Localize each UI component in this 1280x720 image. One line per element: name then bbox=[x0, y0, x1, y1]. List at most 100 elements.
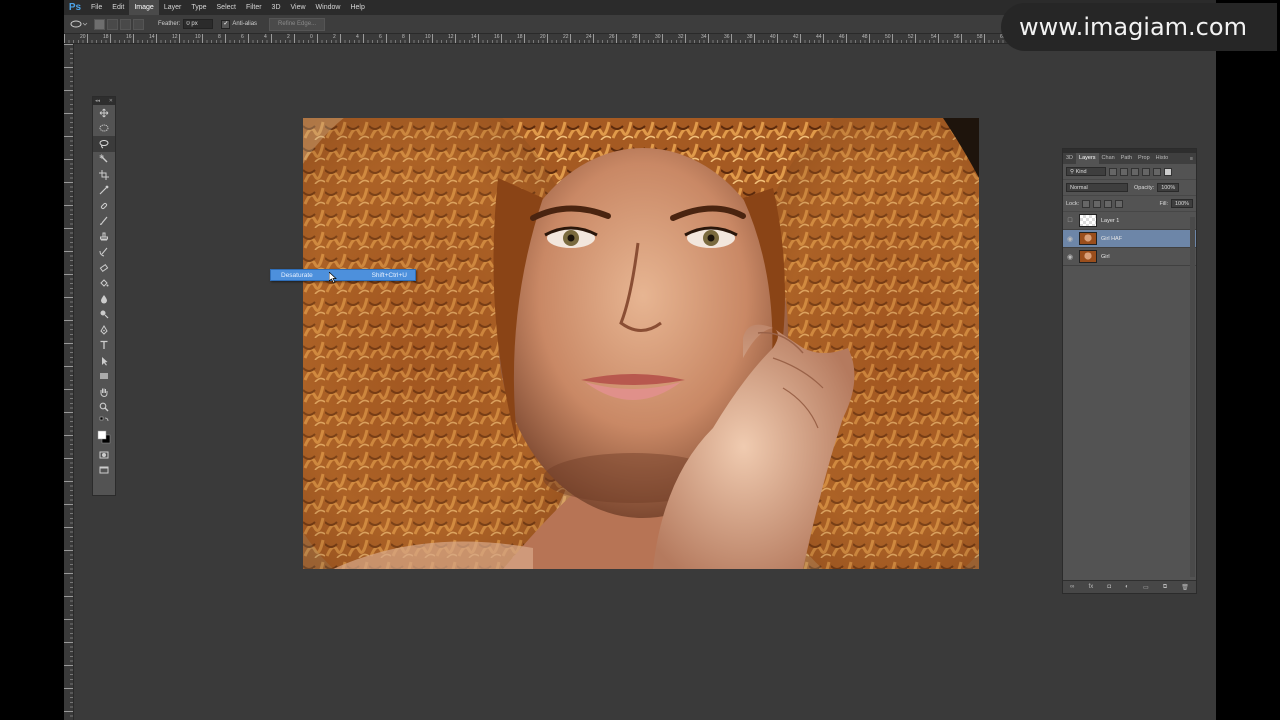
fill-label: Fill: bbox=[1159, 200, 1168, 207]
filter-row: ⚲ Kind bbox=[1063, 164, 1196, 180]
lasso-tool-icon[interactable] bbox=[93, 136, 115, 152]
desaturate-menu-item[interactable]: Desaturate Shift+Ctrl+U bbox=[270, 269, 416, 281]
kind-filter-select[interactable]: ⚲ Kind bbox=[1066, 167, 1106, 176]
portrait-photo bbox=[303, 118, 979, 569]
lock-all-icon[interactable] bbox=[1115, 199, 1124, 208]
letterbox-left bbox=[0, 0, 64, 720]
new-selection-button[interactable] bbox=[94, 18, 105, 30]
fx-icon[interactable]: fx bbox=[1089, 584, 1094, 590]
panel-menu-icon[interactable]: ≡ bbox=[1190, 156, 1196, 162]
rectangle-tool-icon[interactable] bbox=[93, 369, 115, 385]
opacity-label: Opacity: bbox=[1134, 184, 1155, 191]
tools-panel-header[interactable]: ◂◂ ✕ bbox=[93, 97, 115, 105]
refine-edge-button[interactable]: Refine Edge... bbox=[269, 17, 326, 31]
lock-transparency-icon[interactable] bbox=[1082, 199, 1091, 208]
layer-row-layer-1[interactable]: □ Layer 1 bbox=[1063, 212, 1196, 230]
menu-window[interactable]: Window bbox=[311, 0, 346, 15]
tab-paths[interactable]: Path bbox=[1118, 153, 1135, 164]
document-canvas[interactable] bbox=[303, 118, 979, 569]
crop-tool-icon[interactable] bbox=[93, 167, 115, 183]
desaturate-shortcut: Shift+Ctrl+U bbox=[371, 271, 407, 279]
lock-position-icon[interactable] bbox=[1104, 199, 1113, 208]
opacity-input[interactable]: 100% bbox=[1157, 183, 1180, 192]
layers-scrollbar[interactable] bbox=[1190, 217, 1195, 577]
tab-layers[interactable]: Layers bbox=[1076, 153, 1099, 164]
type-filter-icon[interactable] bbox=[1131, 167, 1139, 176]
smart-object-filter-icon[interactable] bbox=[1153, 167, 1161, 176]
tab-3d[interactable]: 3D bbox=[1063, 153, 1076, 164]
menu-file[interactable]: File bbox=[86, 0, 107, 15]
shape-filter-icon[interactable] bbox=[1142, 167, 1150, 176]
layers-panel: 3D Layers Chan Path Prop Histo ≡ ⚲ Kind … bbox=[1062, 148, 1197, 594]
history-brush-tool-icon[interactable] bbox=[93, 245, 115, 261]
mask-icon[interactable]: ◘ bbox=[1107, 584, 1111, 590]
adjustment-icon[interactable]: ◐ bbox=[1125, 584, 1129, 590]
adjustment-filter-icon[interactable] bbox=[1120, 167, 1128, 176]
lock-pixels-icon[interactable] bbox=[1093, 199, 1102, 208]
add-selection-button[interactable] bbox=[107, 18, 118, 30]
brush-tool-icon[interactable] bbox=[93, 214, 115, 230]
link-icon[interactable]: ∞ bbox=[1070, 584, 1074, 590]
tab-channels[interactable]: Chan bbox=[1099, 153, 1118, 164]
blend-row: Normal Opacity: 100% bbox=[1063, 180, 1196, 196]
subtract-selection-button[interactable] bbox=[120, 18, 131, 30]
filter-toggle-icon[interactable] bbox=[1164, 167, 1172, 176]
quick-selection-tool-icon[interactable] bbox=[93, 152, 115, 168]
zoom-tool-icon[interactable] bbox=[93, 400, 115, 416]
menu-help[interactable]: Help bbox=[345, 0, 369, 15]
layer-row-girl[interactable]: ◉ Girl bbox=[1063, 248, 1196, 266]
dodge-tool-icon[interactable] bbox=[93, 307, 115, 323]
feather-label: Feather: bbox=[158, 21, 181, 27]
ruler-vertical[interactable] bbox=[64, 44, 74, 720]
intersect-selection-button[interactable] bbox=[133, 18, 144, 30]
menu-edit[interactable]: Edit bbox=[107, 0, 129, 15]
type-tool-icon[interactable] bbox=[93, 338, 115, 354]
blur-tool-icon[interactable] bbox=[93, 291, 115, 307]
desaturate-label: Desaturate bbox=[281, 271, 313, 279]
healing-brush-tool-icon[interactable] bbox=[93, 198, 115, 214]
menu-image[interactable]: Image bbox=[129, 0, 159, 15]
eye-icon[interactable]: ◉ bbox=[1063, 235, 1077, 243]
menu-type[interactable]: Type bbox=[186, 0, 211, 15]
blend-mode-select[interactable]: Normal bbox=[1066, 183, 1128, 192]
path-selection-tool-icon[interactable] bbox=[93, 353, 115, 369]
eyedropper-tool-icon[interactable] bbox=[93, 183, 115, 199]
lock-label: Lock: bbox=[1066, 200, 1080, 207]
tools-panel: ◂◂ ✕ bbox=[92, 96, 116, 496]
layer-thumbnail-photo bbox=[1079, 250, 1097, 263]
fill-input[interactable]: 100% bbox=[1171, 199, 1193, 208]
layer-name: Girl bbox=[1101, 253, 1110, 260]
pixel-filter-icon[interactable] bbox=[1109, 167, 1117, 176]
menu-layer[interactable]: Layer bbox=[159, 0, 187, 15]
eraser-tool-icon[interactable] bbox=[93, 260, 115, 276]
default-colors-icon[interactable] bbox=[93, 415, 115, 427]
folder-icon[interactable]: ▭ bbox=[1143, 584, 1149, 591]
marquee-tool-icon[interactable] bbox=[93, 121, 115, 137]
pen-tool-icon[interactable] bbox=[93, 322, 115, 338]
quick-mask-icon[interactable] bbox=[93, 447, 115, 463]
layer-name: Layer 1 bbox=[1101, 217, 1120, 224]
trash-icon[interactable]: 🗑 bbox=[1181, 584, 1189, 591]
visibility-off-icon[interactable]: □ bbox=[1063, 217, 1077, 224]
antialias-label: Anti-alias bbox=[232, 21, 258, 27]
eye-icon[interactable]: ◉ bbox=[1063, 253, 1077, 261]
color-swatches[interactable] bbox=[93, 427, 115, 447]
menu-3d[interactable]: 3D bbox=[267, 0, 286, 15]
lasso-preset-icon[interactable] bbox=[64, 17, 94, 31]
antialias-checkbox[interactable]: ✓ bbox=[221, 19, 231, 29]
clone-stamp-tool-icon[interactable] bbox=[93, 229, 115, 245]
menu-view[interactable]: View bbox=[286, 0, 311, 15]
new-layer-icon[interactable]: ⧉ bbox=[1163, 584, 1167, 591]
layer-row-girl-haf[interactable]: ◉ Girl HAF bbox=[1063, 230, 1196, 248]
feather-input[interactable] bbox=[183, 19, 214, 29]
hand-tool-icon[interactable] bbox=[93, 384, 115, 400]
tab-histogram[interactable]: Histo bbox=[1153, 153, 1172, 164]
menu-select[interactable]: Select bbox=[212, 0, 241, 15]
tab-properties[interactable]: Prop bbox=[1135, 153, 1153, 164]
layer-name: Girl HAF bbox=[1101, 235, 1123, 242]
screen-mode-icon[interactable] bbox=[93, 463, 115, 479]
menu-filter[interactable]: Filter bbox=[241, 0, 267, 15]
paint-bucket-tool-icon[interactable] bbox=[93, 276, 115, 292]
ps-logo: Ps bbox=[68, 2, 82, 13]
move-tool-icon[interactable] bbox=[93, 105, 115, 121]
